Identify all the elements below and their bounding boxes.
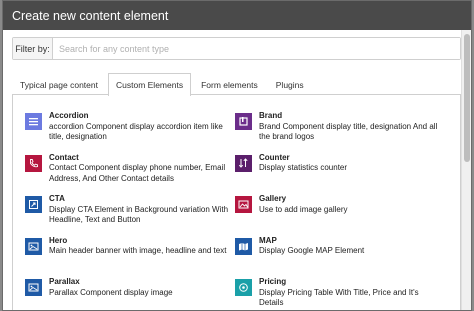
filter-bar: Filter by: <box>12 37 461 60</box>
element-title: Parallax <box>49 277 80 286</box>
vertical-scrollbar[interactable] <box>461 30 471 310</box>
element-parallax[interactable]: Parallax Parallax Component display image <box>25 277 235 310</box>
tab-typical-page-content[interactable]: Typical page content <box>12 73 106 95</box>
map-icon <box>235 237 252 255</box>
element-title: Accordion <box>49 111 89 120</box>
element-hero[interactable]: Hero Main header banner with image, headl… <box>25 236 235 278</box>
element-counter[interactable]: Counter Display statistics counter <box>235 153 445 195</box>
image-icon <box>25 237 42 255</box>
filter-label: Filter by: <box>13 38 53 59</box>
element-map[interactable]: MAP Display Google MAP Element <box>235 236 445 278</box>
modal-title: Create new content element <box>3 1 471 30</box>
tab-form-elements[interactable]: Form elements <box>193 73 266 95</box>
element-title: Hero <box>49 235 68 245</box>
gallery-icon <box>235 196 252 213</box>
modal-body: Filter by: Typical page content Custom E… <box>3 30 461 310</box>
element-title: CTA <box>49 194 65 203</box>
element-grid: Accordion accordion Component display acc… <box>25 111 445 310</box>
element-description: Display Pricing Table With Title, Price … <box>259 287 419 308</box>
element-description: Display statistics counter <box>259 163 348 172</box>
element-accordion[interactable]: Accordion accordion Component display acc… <box>25 111 235 153</box>
element-title: Gallery <box>259 194 287 203</box>
element-description: Parallax Component display image <box>49 287 173 297</box>
element-description: Main header banner with image, headline … <box>49 246 227 255</box>
element-description: Brand Component display title, designati… <box>259 121 438 142</box>
element-cta[interactable]: CTA Display CTA Element in Background var… <box>25 194 235 236</box>
element-title: Counter <box>259 152 290 162</box>
element-title: MAP <box>259 235 277 245</box>
brand-icon <box>235 113 252 130</box>
element-contact[interactable]: Contact Contact Component display phone n… <box>25 153 235 195</box>
list-icon <box>25 113 42 130</box>
element-brand[interactable]: Brand Brand Component display title, desi… <box>235 111 445 153</box>
scrollbar-thumb[interactable] <box>464 34 470 162</box>
element-description: Contact Component display phone number, … <box>49 163 226 183</box>
element-title: Contact <box>49 152 79 162</box>
image-icon <box>25 279 42 296</box>
phone-icon <box>25 154 42 172</box>
element-description: Use to add image gallery <box>259 204 348 214</box>
element-description: Display CTA Element in Background variat… <box>49 204 229 225</box>
sort-icon <box>235 154 252 172</box>
tab-plugins[interactable]: Plugins <box>268 73 312 95</box>
element-gallery[interactable]: Gallery Use to add image gallery <box>235 194 445 236</box>
element-title: Brand <box>259 111 283 120</box>
search-input[interactable] <box>53 38 460 59</box>
tab-bar: Typical page content Custom Elements For… <box>12 73 461 96</box>
element-pricing[interactable]: Pricing Display Pricing Table With Title,… <box>235 277 445 310</box>
element-title: Pricing <box>259 277 287 286</box>
cta-icon <box>25 196 42 213</box>
tab-panel-custom-elements: Accordion accordion Component display acc… <box>12 95 461 310</box>
element-description: accordion Component display accordion it… <box>49 121 223 142</box>
tab-custom-elements[interactable]: Custom Elements <box>107 73 192 96</box>
element-description: Display Google MAP Element <box>259 246 365 255</box>
pricing-icon <box>235 279 252 296</box>
new-content-element-modal: Create new content element Filter by: Ty… <box>2 0 472 311</box>
